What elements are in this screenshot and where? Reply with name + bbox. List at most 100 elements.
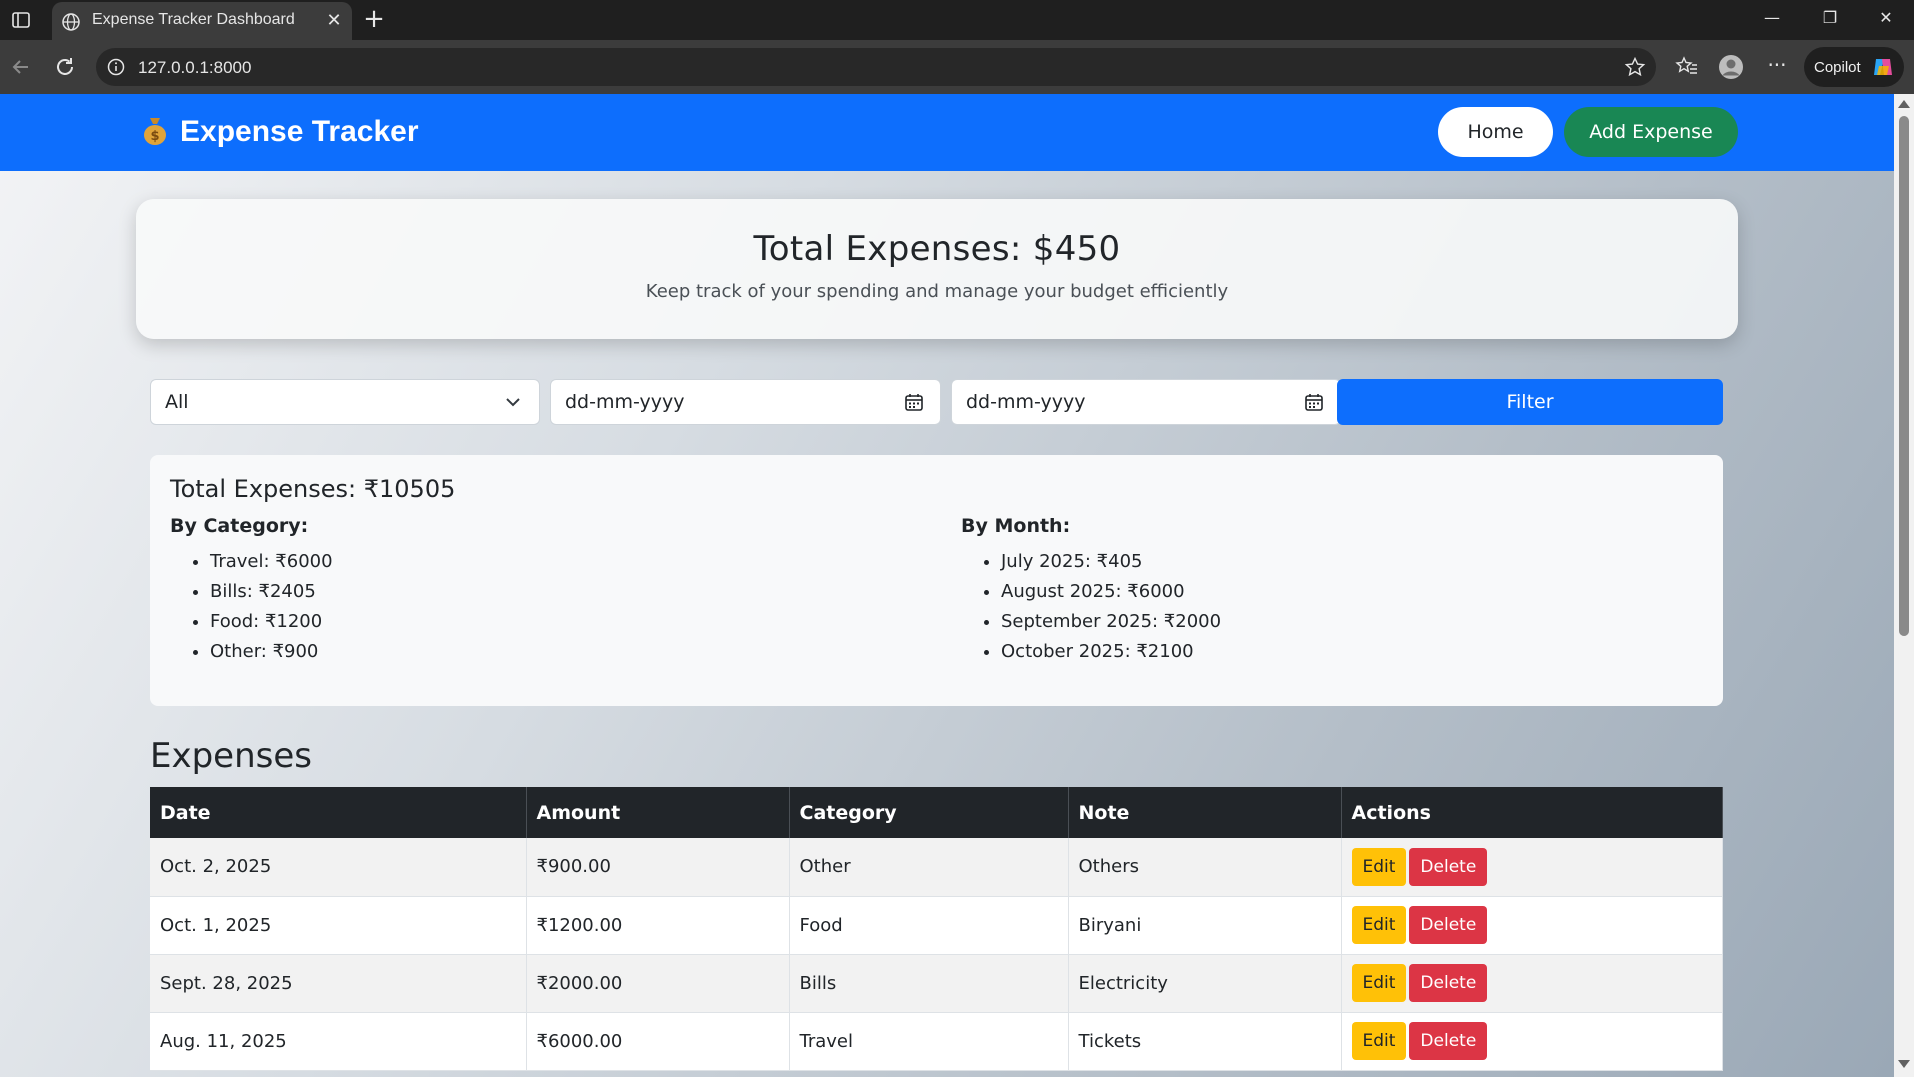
minimize-icon[interactable]: — <box>1752 8 1792 32</box>
scroll-down-arrow-icon[interactable] <box>1898 1060 1910 1068</box>
chevron-down-icon <box>506 398 520 407</box>
note-cell: Biryani <box>1068 896 1342 955</box>
column-header-category: Category <box>789 787 1069 838</box>
list-item: Other: ₹900 <box>210 637 333 667</box>
edit-button[interactable]: Edit <box>1351 964 1407 1002</box>
by-month-list: July 2025: ₹405 August 2025: ₹6000 Septe… <box>961 547 1221 667</box>
address-bar[interactable]: 127.0.0.1:8000 <box>96 48 1656 86</box>
new-tab-icon[interactable]: + <box>362 6 386 32</box>
add-expense-button[interactable]: Add Expense <box>1564 107 1738 157</box>
edit-button[interactable]: Edit <box>1351 906 1407 944</box>
page-viewport: $ Expense Tracker Home Add Expense Total… <box>0 94 1894 1077</box>
profile-avatar-icon[interactable] <box>1718 54 1744 80</box>
browser-tab-bar: Expense Tracker Dashboard ✕ + — ❐ ✕ <box>0 0 1914 40</box>
category-cell: Other <box>789 838 1069 897</box>
amount-cell: ₹1200.00 <box>526 896 790 955</box>
navbar: $ Expense Tracker Home Add Expense <box>0 94 1894 171</box>
site-info-icon[interactable] <box>106 57 126 77</box>
expenses-heading: Expenses <box>150 736 312 776</box>
back-icon[interactable] <box>8 54 34 80</box>
amount-cell: ₹2000.00 <box>526 954 790 1013</box>
list-item: July 2025: ₹405 <box>1001 547 1221 577</box>
brand[interactable]: $ Expense Tracker <box>140 114 419 149</box>
scrollbar-thumb[interactable] <box>1899 116 1909 636</box>
table-row: Oct. 1, 2025 ₹1200.00 Food Biryani Edit D… <box>150 896 1723 955</box>
svg-text:$: $ <box>150 129 159 144</box>
hero-card: Total Expenses: $450 Keep track of your … <box>136 199 1738 339</box>
end-date-placeholder: dd-mm-yyyy <box>966 391 1086 413</box>
money-bag-icon: $ <box>144 118 166 145</box>
delete-button[interactable]: Delete <box>1409 847 1488 886</box>
category-select-value: All <box>165 391 189 413</box>
expenses-table: Date Amount Category Note Actions Oct. 2… <box>150 787 1723 1071</box>
category-select[interactable]: All <box>150 379 540 425</box>
brand-text: Expense Tracker <box>180 115 419 148</box>
hero-subtitle: Keep track of your spending and manage y… <box>645 281 1229 302</box>
browser-tab[interactable]: Expense Tracker Dashboard ✕ <box>52 2 352 40</box>
actions-cell: Edit Delete <box>1341 954 1723 1013</box>
start-date-input[interactable]: dd-mm-yyyy <box>550 379 941 425</box>
more-options-icon[interactable]: ··· <box>1764 54 1790 80</box>
actions-cell: Edit Delete <box>1341 838 1723 897</box>
table-header-row: Date Amount Category Note Actions <box>150 787 1723 838</box>
summary-total: Total Expenses: ₹10505 <box>170 475 456 503</box>
column-header-note: Note <box>1068 787 1342 838</box>
table-row: Aug. 11, 2025 ₹6000.00 Travel Tickets Ed… <box>150 1012 1723 1071</box>
date-cell: Sept. 28, 2025 <box>150 954 527 1013</box>
column-header-date: Date <box>150 787 527 838</box>
delete-button[interactable]: Delete <box>1409 964 1488 1002</box>
table-row: Oct. 2, 2025 ₹900.00 Other Others Edit De… <box>150 838 1723 897</box>
copilot-label: Copilot <box>1814 59 1861 76</box>
edit-button[interactable]: Edit <box>1351 1022 1407 1060</box>
start-date-placeholder: dd-mm-yyyy <box>565 391 685 413</box>
amount-cell: ₹900.00 <box>526 838 790 897</box>
page-scrollbar[interactable] <box>1894 94 1914 1077</box>
summary-card: Total Expenses: ₹10505 By Category: Trav… <box>150 455 1723 706</box>
date-cell: Oct. 2, 2025 <box>150 838 527 897</box>
filter-button[interactable]: Filter <box>1337 379 1723 425</box>
list-item: October 2025: ₹2100 <box>1001 637 1221 667</box>
note-cell: Electricity <box>1068 954 1342 1013</box>
by-category-list: Travel: ₹6000 Bills: ₹2405 Food: ₹1200 O… <box>170 547 333 667</box>
list-item: Bills: ₹2405 <box>210 577 333 607</box>
scroll-up-arrow-icon[interactable] <box>1898 100 1910 108</box>
list-item: Food: ₹1200 <box>210 607 333 637</box>
list-item: September 2025: ₹2000 <box>1001 607 1221 637</box>
category-cell: Travel <box>789 1012 1069 1071</box>
restore-icon[interactable]: ❐ <box>1810 8 1850 32</box>
by-category-heading: By Category: <box>170 515 309 537</box>
tab-actions-icon[interactable] <box>10 9 32 31</box>
actions-cell: Edit Delete <box>1341 1012 1723 1071</box>
browser-toolbar: 127.0.0.1:8000 ··· Copilot <box>0 40 1914 94</box>
list-item: August 2025: ₹6000 <box>1001 577 1221 607</box>
tab-title: Expense Tracker Dashboard <box>92 11 295 28</box>
note-cell: Others <box>1068 838 1342 897</box>
end-date-input[interactable]: dd-mm-yyyy <box>951 379 1341 425</box>
column-header-actions: Actions <box>1341 787 1723 838</box>
note-cell: Tickets <box>1068 1012 1342 1071</box>
amount-cell: ₹6000.00 <box>526 1012 790 1071</box>
close-tab-icon[interactable]: ✕ <box>324 11 344 31</box>
reload-icon[interactable] <box>52 54 78 80</box>
list-item: Travel: ₹6000 <box>210 547 333 577</box>
calendar-icon[interactable] <box>1304 392 1324 412</box>
copilot-logo-icon <box>1874 59 1892 75</box>
edit-button[interactable]: Edit <box>1351 847 1407 886</box>
delete-button[interactable]: Delete <box>1409 906 1488 944</box>
by-month-heading: By Month: <box>961 515 1071 537</box>
category-cell: Food <box>789 896 1069 955</box>
delete-button[interactable]: Delete <box>1409 1022 1488 1060</box>
globe-icon <box>62 13 80 31</box>
favorites-icon[interactable] <box>1674 54 1700 80</box>
hero-title: Total Expenses: $450 <box>753 229 1121 269</box>
home-button[interactable]: Home <box>1438 107 1553 157</box>
category-cell: Bills <box>789 954 1069 1013</box>
favorite-star-icon[interactable] <box>1624 56 1646 78</box>
calendar-icon[interactable] <box>904 392 924 412</box>
actions-cell: Edit Delete <box>1341 896 1723 955</box>
date-cell: Oct. 1, 2025 <box>150 896 527 955</box>
close-window-icon[interactable]: ✕ <box>1866 8 1906 32</box>
copilot-button[interactable]: Copilot <box>1804 47 1904 87</box>
date-cell: Aug. 11, 2025 <box>150 1012 527 1071</box>
column-header-amount: Amount <box>526 787 790 838</box>
